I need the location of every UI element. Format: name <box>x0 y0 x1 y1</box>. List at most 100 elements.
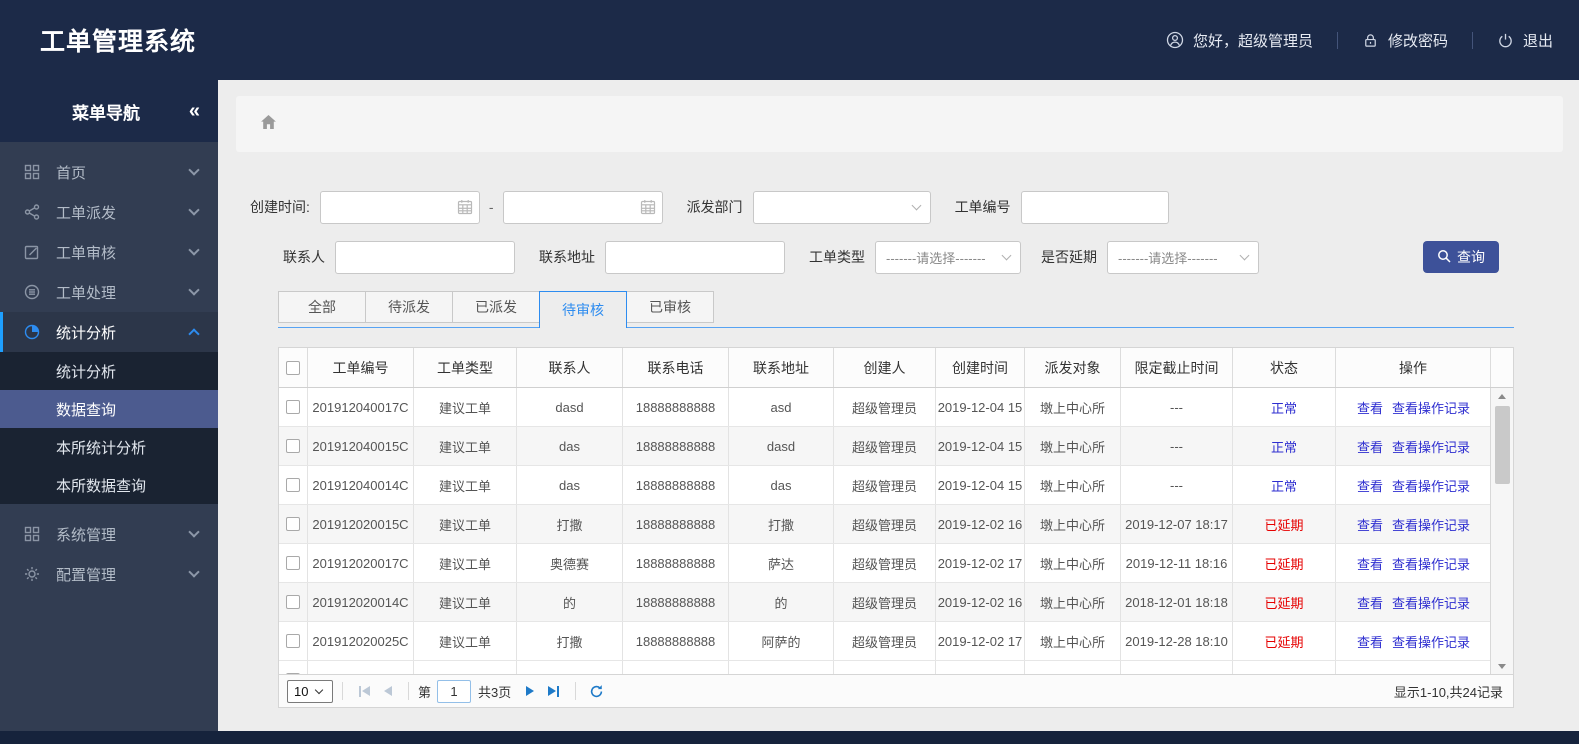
cell-created: 2019-12-04 15 <box>936 427 1025 465</box>
column-header-0[interactable]: 工单编号 <box>308 348 414 387</box>
column-header-6[interactable]: 创建时间 <box>936 348 1025 387</box>
cell-status: 已延期 <box>1233 544 1336 582</box>
scroll-up-icon[interactable] <box>1491 388 1513 404</box>
sidebar-subitem-6[interactable]: 数据查询 <box>0 390 218 428</box>
sidebar-item-9[interactable]: 系统管理 <box>0 514 218 554</box>
order-no-input[interactable] <box>1020 190 1169 224</box>
row-checkbox[interactable] <box>286 517 300 531</box>
row-checkbox[interactable] <box>286 634 300 648</box>
view-records-link[interactable]: 查看操作记录 <box>1392 437 1470 456</box>
sidebar-title: 菜单导航 <box>72 103 140 123</box>
scroll-down-icon[interactable] <box>1491 658 1513 674</box>
sidebar-subitem-8[interactable]: 本所数据查询 <box>0 466 218 504</box>
view-link[interactable]: 查看 <box>1357 515 1383 534</box>
cell-deadline: --- <box>1121 427 1233 465</box>
row-select-cell <box>279 427 308 465</box>
row-checkbox[interactable] <box>286 439 300 453</box>
refresh-icon[interactable] <box>585 684 608 699</box>
contact-input[interactable] <box>335 240 515 274</box>
view-records-link[interactable]: 查看操作记录 <box>1392 632 1470 651</box>
last-page-button[interactable] <box>541 685 566 697</box>
prev-page-button[interactable] <box>377 686 399 696</box>
sidebar-item-label: 配置管理 <box>56 566 117 584</box>
select-all-checkbox[interactable] <box>286 360 300 375</box>
change-password-button[interactable]: 修改密码 <box>1362 30 1448 51</box>
search-button[interactable]: 查询 <box>1423 241 1499 273</box>
view-records-link[interactable]: 查看操作记录 <box>1392 476 1470 495</box>
column-header-9[interactable]: 状态 <box>1233 348 1336 387</box>
grid-icon <box>24 164 40 180</box>
tab-3[interactable]: 待审核 <box>539 291 627 328</box>
create-time-end-input[interactable] <box>502 190 663 224</box>
cell-deadline: 2019-12-11 18:16 <box>1121 544 1233 582</box>
cell-type <box>414 661 517 674</box>
page-size-select[interactable]: 10 <box>287 679 333 703</box>
sidebar-collapse-icon[interactable]: « <box>189 100 200 123</box>
table-row: 201912040014C 建议工单 das 18888888888 das 超级管理员 2… <box>279 466 1490 505</box>
next-page-button[interactable] <box>519 686 541 696</box>
order-type-select[interactable]: -------请选择------- <box>875 240 1021 274</box>
first-page-button[interactable] <box>352 685 377 697</box>
tab-4[interactable]: 已审核 <box>626 291 714 323</box>
view-link[interactable]: 查看 <box>1357 476 1383 495</box>
view-records-link[interactable]: 查看操作记录 <box>1392 593 1470 612</box>
view-link[interactable]: 查看 <box>1357 593 1383 612</box>
cell-actions: 查看 查看操作记录 <box>1336 427 1490 465</box>
column-header-4[interactable]: 联系地址 <box>729 348 834 387</box>
tab-1[interactable]: 待派发 <box>365 291 453 323</box>
cell-phone: 18888888888 <box>623 466 729 504</box>
row-checkbox[interactable] <box>286 673 300 674</box>
view-link[interactable]: 查看 <box>1357 632 1383 651</box>
row-checkbox[interactable] <box>286 595 300 609</box>
cell-no <box>308 661 414 674</box>
sidebar-item-3[interactable]: 工单处理 <box>0 272 218 312</box>
cell-type: 建议工单 <box>414 505 517 543</box>
table-scrollbar[interactable] <box>1490 388 1513 674</box>
sidebar-subitem-7[interactable]: 本所统计分析 <box>0 428 218 466</box>
sidebar-item-label: 系统管理 <box>56 526 117 544</box>
view-link[interactable]: 查看 <box>1357 437 1383 456</box>
cell-created: 2019-12-02 16 <box>936 583 1025 621</box>
cell-type: 建议工单 <box>414 583 517 621</box>
column-header-7[interactable]: 派发对象 <box>1025 348 1121 387</box>
row-checkbox[interactable] <box>286 400 300 414</box>
sidebar-item-1[interactable]: 工单派发 <box>0 192 218 232</box>
cell-status <box>1233 661 1336 674</box>
filter-panel: 创建时间: - 派发部门 工单编号 联系人 联系地址 工单类型 -------请… <box>250 190 1499 274</box>
sidebar-item-0[interactable]: 首页 <box>0 152 218 192</box>
current-page-input[interactable] <box>437 679 472 703</box>
sidebar-item-2[interactable]: 工单审核 <box>0 232 218 272</box>
dispatch-dept-select[interactable] <box>752 190 931 224</box>
delay-select[interactable]: -------请选择------- <box>1107 240 1259 274</box>
view-records-link[interactable]: 查看操作记录 <box>1392 554 1470 573</box>
sidebar-subitem-5[interactable]: 统计分析 <box>0 352 218 390</box>
cell-creator <box>834 661 936 674</box>
view-records-link[interactable]: 查看操作记录 <box>1392 515 1470 534</box>
sidebar-item-4[interactable]: 统计分析 <box>0 312 218 352</box>
header-separator <box>1336 31 1338 49</box>
row-checkbox[interactable] <box>286 478 300 492</box>
column-header-3[interactable]: 联系电话 <box>623 348 729 387</box>
sidebar-item-label: 工单处理 <box>56 284 117 302</box>
view-link[interactable]: 查看 <box>1357 398 1383 417</box>
tab-0[interactable]: 全部 <box>278 291 366 323</box>
view-link[interactable]: 查看 <box>1357 554 1383 573</box>
logout-button[interactable]: 退出 <box>1497 30 1553 51</box>
row-checkbox[interactable] <box>286 556 300 570</box>
column-header-8[interactable]: 限定截止时间 <box>1121 348 1233 387</box>
home-icon[interactable] <box>259 113 278 136</box>
scrollbar-thumb[interactable] <box>1494 406 1510 484</box>
user-greeting[interactable]: 您好，超级管理员 <box>1166 30 1313 51</box>
tab-2[interactable]: 已派发 <box>452 291 540 323</box>
chevron-down-icon <box>188 164 200 176</box>
column-header-2[interactable]: 联系人 <box>517 348 623 387</box>
column-header-1[interactable]: 工单类型 <box>414 348 517 387</box>
address-input[interactable] <box>605 240 785 274</box>
column-header-10[interactable]: 操作 <box>1336 348 1491 387</box>
create-time-start-input[interactable] <box>319 190 480 224</box>
chevron-down-icon <box>911 200 922 211</box>
sidebar-item-10[interactable]: 配置管理 <box>0 554 218 594</box>
view-records-link[interactable]: 查看操作记录 <box>1392 398 1470 417</box>
cell-actions: 查看 查看操作记录 <box>1336 388 1490 426</box>
column-header-5[interactable]: 创建人 <box>834 348 936 387</box>
